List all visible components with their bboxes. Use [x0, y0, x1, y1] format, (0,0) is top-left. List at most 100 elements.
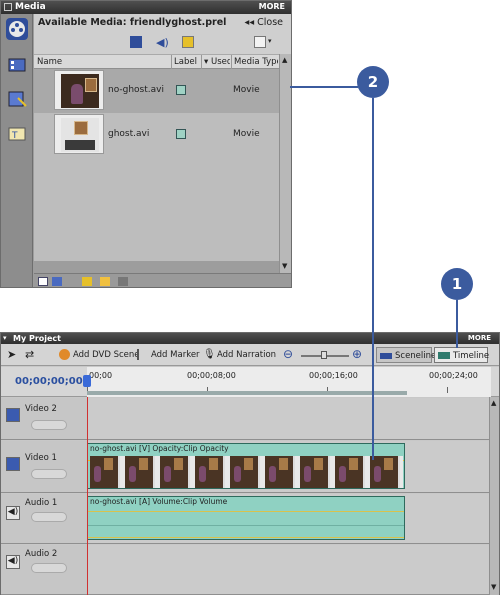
speaker-icon[interactable]: ◀) — [6, 555, 20, 569]
track-controls[interactable] — [31, 469, 67, 479]
effects-icon[interactable] — [6, 88, 28, 110]
collapse-icon[interactable] — [4, 3, 12, 11]
track-header-audio-1: ◀) Audio 1 — [1, 494, 87, 544]
trash-icon[interactable] — [118, 277, 128, 286]
clip-thumbnail — [54, 70, 104, 110]
list-view-icon[interactable] — [38, 277, 48, 286]
track-lane-audio-2[interactable] — [87, 545, 491, 595]
image-filter-icon[interactable] — [182, 36, 194, 48]
speaker-icon[interactable]: ◀) — [6, 506, 20, 520]
frame-window — [174, 458, 183, 470]
folder-icon[interactable] — [82, 277, 92, 286]
media-type: Movie — [233, 129, 260, 139]
ruler-tick — [447, 387, 448, 393]
video-track-icon[interactable] — [6, 408, 20, 422]
frame-window — [384, 458, 393, 470]
current-timecode[interactable]: 00;00;00;00 — [15, 376, 83, 387]
audio-clip-title[interactable]: no-ghost.avi [A] Volume:Clip Volume — [90, 497, 227, 506]
marker-icon[interactable] — [137, 349, 148, 360]
titles-icon[interactable]: T — [6, 122, 28, 144]
time-stretch-icon[interactable]: ⇄ — [25, 348, 34, 361]
close-button[interactable]: ◂◂ Close — [245, 17, 283, 28]
film-reel-icon[interactable] — [6, 18, 28, 40]
current-time-indicator[interactable] — [87, 397, 88, 595]
sceneline-button[interactable]: Sceneline — [376, 347, 436, 363]
frame-person — [234, 466, 241, 482]
selection-tool-icon[interactable]: ➤ — [7, 348, 16, 361]
collapse-icon[interactable]: ▾ — [3, 334, 7, 342]
column-media-type[interactable]: Media Type — [234, 57, 278, 67]
media-panel-title: Media — [15, 2, 46, 12]
add-narration-button[interactable]: Add Narration — [217, 350, 276, 360]
film-icon[interactable] — [6, 54, 28, 76]
scroll-down-icon[interactable]: ▼ — [491, 583, 496, 591]
timeline-scrollbar[interactable]: ▲ ▼ — [489, 397, 499, 595]
thumbnail-furniture — [65, 140, 95, 150]
zoom-in-icon[interactable]: ⊕ — [352, 347, 362, 361]
dvd-icon[interactable] — [59, 349, 70, 360]
track-controls[interactable] — [31, 420, 67, 430]
frame-person — [94, 466, 101, 482]
frame-person — [269, 466, 276, 482]
waveform-line — [88, 525, 404, 526]
scroll-up-icon[interactable]: ▲ — [491, 399, 496, 407]
zoom-slider-handle[interactable] — [321, 351, 327, 359]
frame-window — [209, 458, 218, 470]
clip-thumbnail — [54, 114, 104, 154]
scroll-up-icon[interactable]: ▲ — [282, 56, 287, 64]
clip-frame — [90, 456, 120, 488]
new-item-icon[interactable] — [254, 36, 266, 48]
thumbnail-image — [61, 74, 99, 108]
clip-frame — [160, 456, 190, 488]
video-track-icon[interactable] — [6, 457, 20, 471]
sceneline-label: Sceneline — [395, 351, 437, 361]
audio-filter-icon[interactable]: ◀) — [156, 36, 169, 49]
clip-name: no-ghost.avi — [108, 85, 164, 95]
thumbnail-person — [71, 84, 83, 104]
media-more-button[interactable]: MORE — [259, 2, 285, 11]
icon-view-icon[interactable] — [52, 277, 62, 286]
waveform-line — [88, 537, 404, 538]
current-time-indicator-handle[interactable] — [83, 375, 91, 387]
column-used[interactable]: ▾ Used — [204, 57, 230, 67]
media-bottom-bar — [34, 273, 291, 287]
track-lane-video-2[interactable] — [87, 398, 491, 440]
video-clip[interactable]: no-ghost.avi [V] Opacity:Clip Opacity — [87, 443, 405, 489]
project-title-bar: ▾ My Project MORE — [1, 333, 499, 344]
video-clip-title[interactable]: no-ghost.avi [V] Opacity:Clip Opacity — [90, 444, 229, 453]
timeline-button[interactable]: Timeline — [434, 347, 489, 363]
time-ruler-area: 00;00;00;00 00;00 00;00;08;00 00;00;16;0… — [1, 367, 499, 397]
frame-person — [164, 466, 171, 482]
track-controls[interactable] — [31, 563, 67, 573]
track-controls[interactable] — [31, 512, 67, 522]
media-header: Available Media: friendlyghost.prel ◂◂ C… — [34, 14, 291, 54]
clip-frame — [265, 456, 295, 488]
add-dvd-scene-button[interactable]: Add DVD Scene — [73, 350, 140, 360]
frame-person — [304, 466, 311, 482]
list-item[interactable]: ghost.avi Movie — [34, 113, 279, 157]
microphone-icon[interactable]: 🎙 — [203, 349, 216, 360]
zoom-out-icon[interactable]: ⊖ — [283, 347, 293, 361]
chevron-down-icon[interactable]: ▾ — [268, 37, 272, 45]
track-name: Audio 1 — [25, 498, 58, 508]
column-header: Name Label ▾ Used Media Type — [34, 54, 279, 70]
thumbnail-image — [61, 118, 99, 152]
audio-clip[interactable]: no-ghost.avi [A] Volume:Clip Volume — [87, 496, 405, 540]
project-panel: ▾ My Project MORE ➤ ⇄ Add DVD Scene Add … — [0, 332, 500, 595]
media-title-bar: Media MORE — [1, 1, 291, 14]
list-item[interactable]: no-ghost.avi Movie — [34, 69, 279, 113]
volume-line[interactable] — [88, 511, 404, 512]
time-ruler[interactable]: 00;00 00;00;08;00 00;00;16;00 00;00;24;0… — [87, 367, 491, 397]
add-marker-button[interactable]: Add Marker — [151, 350, 200, 360]
new-folder-icon[interactable] — [100, 277, 110, 286]
video-filter-icon[interactable] — [130, 36, 142, 48]
track-lane-audio-1[interactable]: no-ghost.avi [A] Volume:Clip Volume — [87, 494, 491, 544]
work-area-bar[interactable] — [87, 391, 407, 395]
track-lane-video-1[interactable]: no-ghost.avi [V] Opacity:Clip Opacity — [87, 441, 491, 493]
column-label[interactable]: Label — [174, 57, 197, 67]
project-more-button[interactable]: MORE — [468, 334, 491, 342]
column-name[interactable]: Name — [37, 57, 62, 67]
tick-label: 00;00 — [89, 371, 113, 380]
project-title: My Project — [13, 334, 61, 343]
scroll-down-icon[interactable]: ▼ — [282, 262, 287, 270]
